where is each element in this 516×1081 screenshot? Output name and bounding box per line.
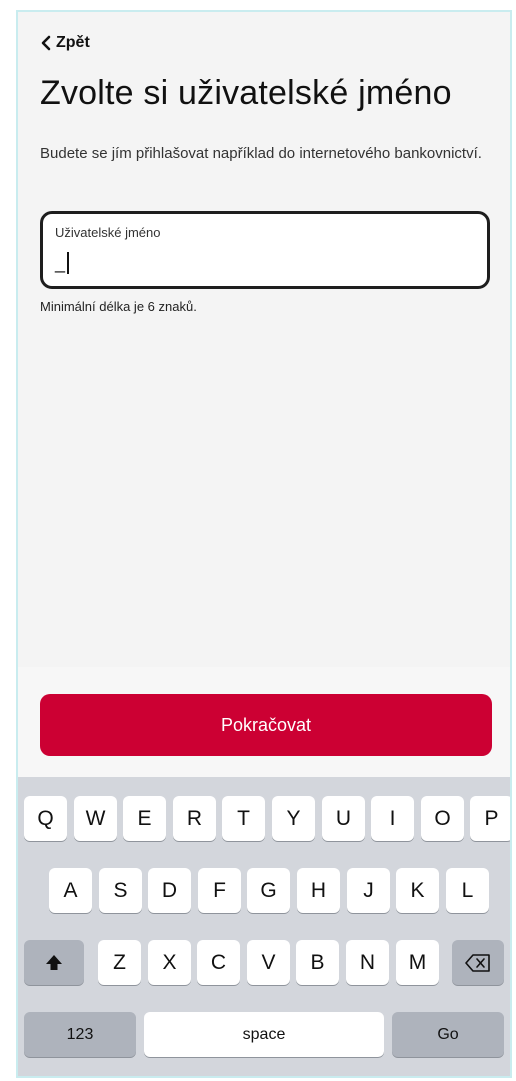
key-y[interactable]: Y	[272, 796, 315, 841]
space-key[interactable]: space	[144, 1012, 384, 1057]
key-d[interactable]: D	[148, 868, 191, 913]
key-m[interactable]: M	[396, 940, 439, 985]
key-n[interactable]: N	[346, 940, 389, 985]
key-g[interactable]: G	[247, 868, 290, 913]
key-c[interactable]: C	[197, 940, 240, 985]
key-r[interactable]: R	[173, 796, 216, 841]
key-s[interactable]: S	[99, 868, 142, 913]
key-b[interactable]: B	[296, 940, 339, 985]
backspace-key[interactable]	[452, 940, 504, 985]
username-input-value: _	[55, 253, 66, 273]
key-v[interactable]: V	[247, 940, 290, 985]
key-a[interactable]: A	[49, 868, 92, 913]
key-l[interactable]: L	[446, 868, 489, 913]
continue-button[interactable]: Pokračovat	[40, 694, 492, 756]
back-button[interactable]: Zpět	[40, 34, 90, 52]
key-p[interactable]: P	[470, 796, 510, 841]
text-caret	[67, 252, 70, 274]
go-key[interactable]: Go	[392, 1012, 504, 1057]
min-length-hint: Minimální délka je 6 znaků.	[40, 299, 197, 314]
key-e[interactable]: E	[123, 796, 166, 841]
username-field[interactable]: Uživatelské jméno _	[40, 211, 490, 289]
key-f[interactable]: F	[198, 868, 241, 913]
chevron-left-icon	[41, 35, 51, 51]
key-x[interactable]: X	[148, 940, 191, 985]
key-u[interactable]: U	[322, 796, 365, 841]
key-q[interactable]: Q	[24, 796, 67, 841]
username-input[interactable]: _	[55, 252, 70, 274]
page-subtitle: Budete se jím přihlašovat například do i…	[40, 145, 482, 162]
username-field-label: Uživatelské jméno	[55, 225, 161, 240]
on-screen-keyboard: 123 space Go QWERTYUIOP ASDFGHJKL ZXCVBNM	[18, 777, 510, 1076]
shift-key[interactable]	[24, 940, 84, 985]
key-j[interactable]: J	[347, 868, 390, 913]
key-o[interactable]: O	[421, 796, 464, 841]
key-k[interactable]: K	[396, 868, 439, 913]
key-z[interactable]: Z	[98, 940, 141, 985]
back-label: Zpět	[56, 34, 90, 51]
page-title: Zvolte si uživatelské jméno	[40, 74, 452, 112]
key-w[interactable]: W	[74, 796, 117, 841]
key-i[interactable]: I	[371, 796, 414, 841]
key-h[interactable]: H	[297, 868, 340, 913]
backspace-icon	[465, 953, 490, 972]
shift-arrow-icon	[46, 954, 62, 970]
key-t[interactable]: T	[222, 796, 265, 841]
numbers-key[interactable]: 123	[24, 1012, 136, 1057]
app-screen: Zpět Zvolte si uživatelské jméno Budete …	[16, 10, 512, 1078]
